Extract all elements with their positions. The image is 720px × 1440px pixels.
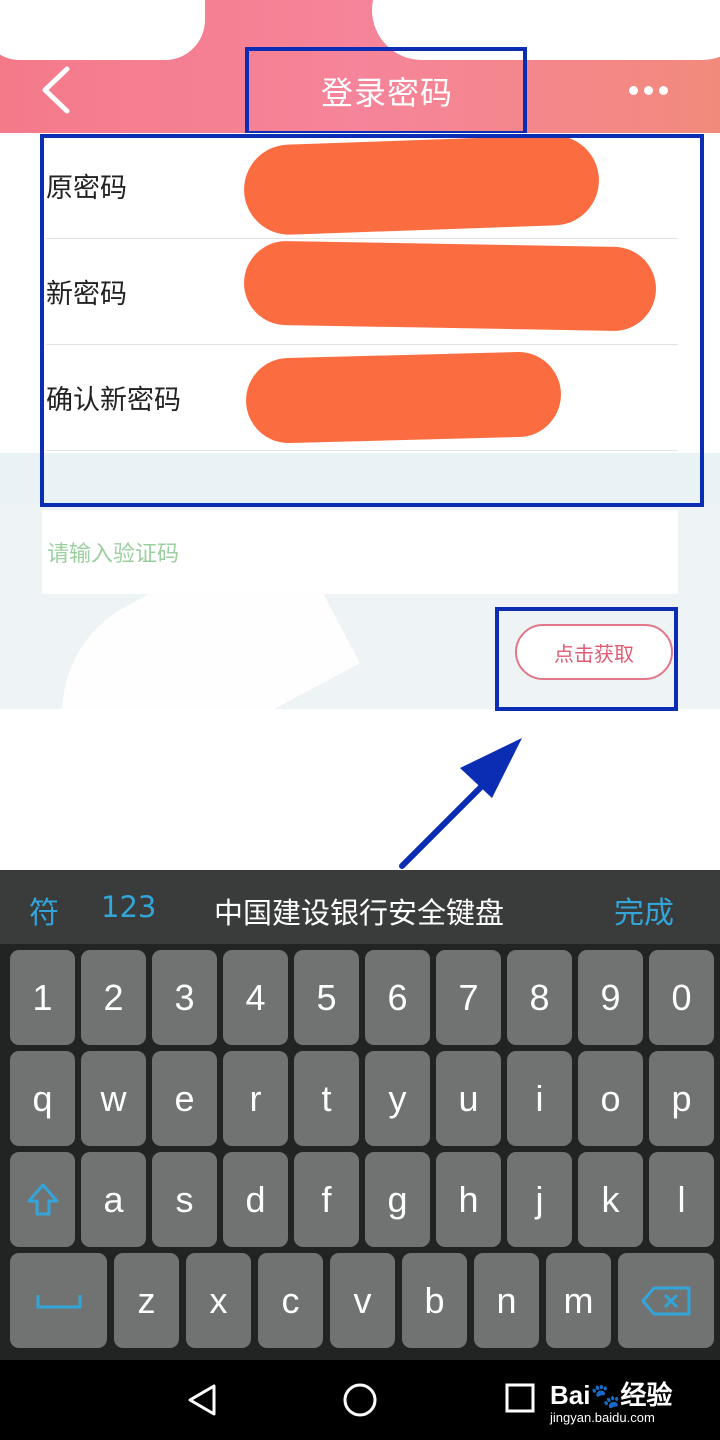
annotation-box-get-code [495, 607, 678, 711]
key-9[interactable]: 9 [578, 950, 643, 1045]
nav-home-icon[interactable] [342, 1382, 378, 1418]
key-x[interactable]: x [186, 1253, 251, 1348]
key-r[interactable]: r [223, 1051, 288, 1146]
key-v[interactable]: v [330, 1253, 395, 1348]
key-h[interactable]: h [436, 1152, 501, 1247]
number-key[interactable]: 123 [101, 890, 156, 924]
more-dots-icon [628, 85, 638, 95]
key-u[interactable]: u [436, 1051, 501, 1146]
shift-arrow-icon [27, 1183, 58, 1215]
more-dots-icon [643, 85, 653, 95]
key-w[interactable]: w [81, 1051, 146, 1146]
key-q[interactable]: q [10, 1051, 75, 1146]
annotation-arrow-icon [399, 738, 522, 869]
shift-key[interactable] [10, 1152, 75, 1247]
chevron-left-icon [42, 66, 70, 114]
nav-back-icon[interactable] [184, 1382, 220, 1418]
secure-keyboard: 符 123 中国建设银行安全键盘 完成 1 2 3 4 5 6 7 8 9 0 … [0, 870, 720, 1360]
keyboard-toolbar: 符 123 中国建设银行安全键盘 完成 [0, 870, 720, 944]
back-button[interactable] [30, 62, 82, 118]
space-key[interactable] [10, 1253, 107, 1348]
key-o[interactable]: o [578, 1051, 643, 1146]
nav-recents-icon[interactable] [504, 1382, 536, 1414]
key-i[interactable]: i [507, 1051, 572, 1146]
key-7[interactable]: 7 [436, 950, 501, 1045]
key-g[interactable]: g [365, 1152, 430, 1247]
annotation-box-form [40, 134, 704, 507]
more-dots-icon [658, 85, 668, 95]
watermark-url: jingyan.baidu.com [550, 1410, 655, 1425]
key-y[interactable]: y [365, 1051, 430, 1146]
annotation-box-title [245, 47, 527, 135]
key-m[interactable]: m [546, 1253, 611, 1348]
space-bar-icon [36, 1294, 81, 1308]
key-c[interactable]: c [258, 1253, 323, 1348]
key-t[interactable]: t [294, 1051, 359, 1146]
backspace-key[interactable] [618, 1253, 714, 1348]
baidu-watermark: Bai🐾经验 jingyan.baidu.com [550, 1375, 672, 1425]
watermark-brand: Bai [550, 1380, 591, 1410]
header-decoration [0, 0, 205, 60]
done-button[interactable]: 完成 [614, 888, 674, 932]
key-j[interactable]: j [507, 1152, 572, 1247]
key-1[interactable]: 1 [10, 950, 75, 1045]
key-b[interactable]: b [402, 1253, 467, 1348]
verification-code-placeholder: 请输入验证码 [47, 542, 180, 567]
key-e[interactable]: e [152, 1051, 217, 1146]
watermark-brand-suffix: 经验 [620, 1380, 673, 1410]
key-a[interactable]: a [81, 1152, 146, 1247]
paw-icon: 🐾 [590, 1383, 621, 1410]
key-8[interactable]: 8 [507, 950, 572, 1045]
more-button[interactable] [620, 74, 676, 106]
key-2[interactable]: 2 [81, 950, 146, 1045]
backspace-icon [641, 1286, 691, 1315]
keyboard-title: 中国建设银行安全键盘 [214, 896, 505, 930]
key-k[interactable]: k [578, 1152, 643, 1247]
key-4[interactable]: 4 [223, 950, 288, 1045]
key-5[interactable]: 5 [294, 950, 359, 1045]
key-s[interactable]: s [152, 1152, 217, 1247]
key-6[interactable]: 6 [365, 950, 430, 1045]
key-f[interactable]: f [294, 1152, 359, 1247]
key-0[interactable]: 0 [649, 950, 714, 1045]
key-l[interactable]: l [649, 1152, 714, 1247]
key-3[interactable]: 3 [152, 950, 217, 1045]
key-n[interactable]: n [474, 1253, 539, 1348]
key-d[interactable]: d [223, 1152, 288, 1247]
verification-code-input[interactable]: 请输入验证码 [42, 510, 678, 594]
symbol-key[interactable]: 符 [29, 888, 59, 932]
key-p[interactable]: p [649, 1051, 714, 1146]
key-z[interactable]: z [114, 1253, 179, 1348]
